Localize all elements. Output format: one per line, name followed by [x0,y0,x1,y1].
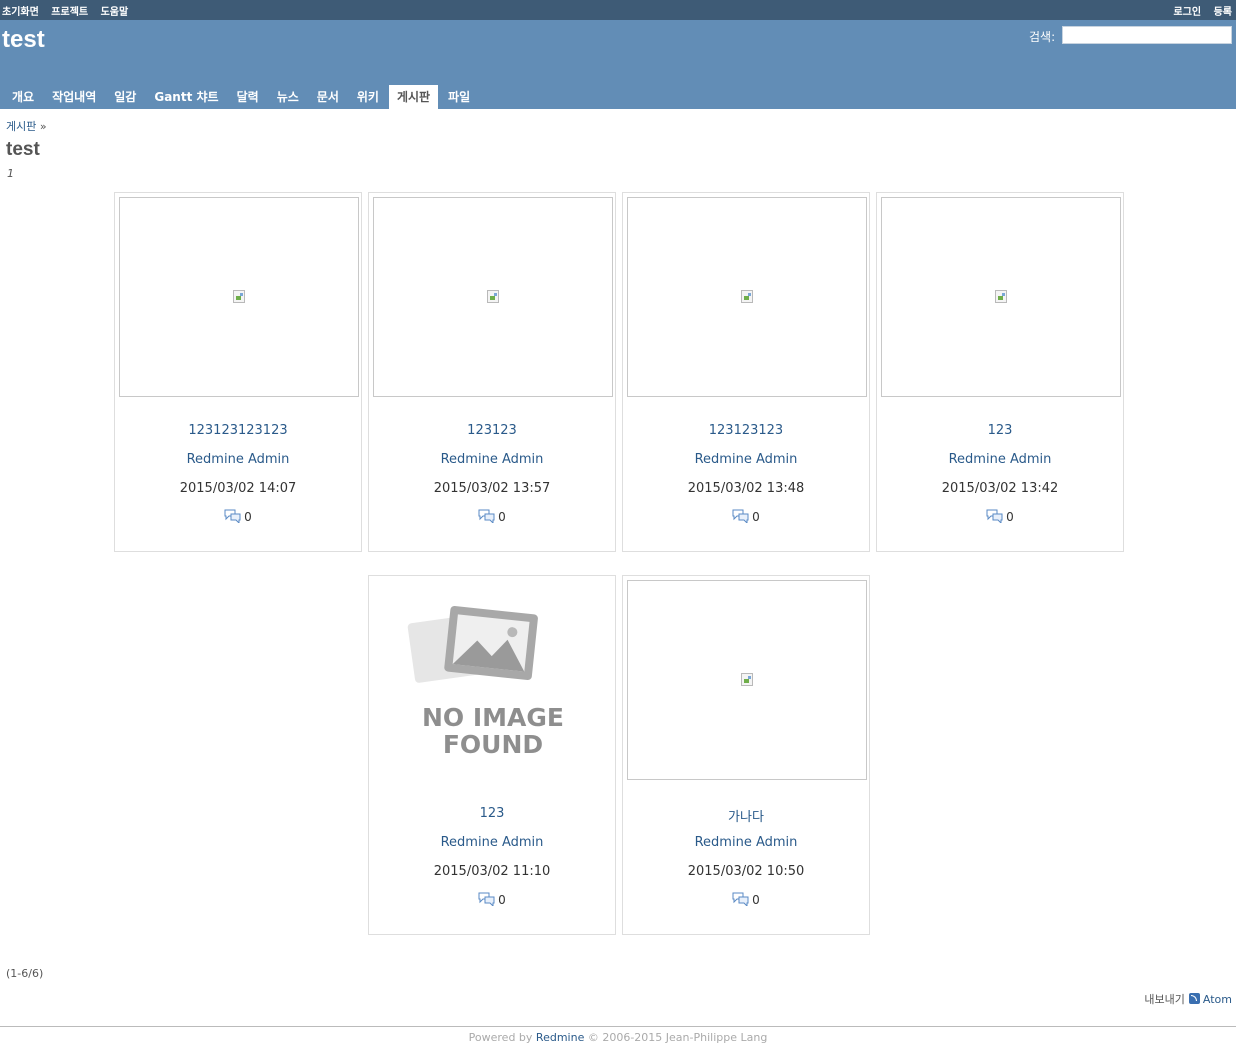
topic-card: 123 Redmine Admin 2015/03/02 13:42 0 [876,192,1124,552]
page-title: test [6,139,40,160]
comments-icon [986,509,1003,525]
top-menu-right: 로그인 등록 [1165,3,1233,18]
topic-date: 2015/03/02 14:07 [179,481,297,496]
project-title[interactable]: test [2,26,45,54]
topic-replies: 0 [623,509,869,525]
top-menu-projects-link[interactable]: 프로젝트 [51,7,88,18]
topic-thumbnail[interactable] [881,197,1121,397]
footer-copyright: © 2006-2015 Jean-Philippe Lang [587,1031,768,1044]
reply-count: 0 [244,510,252,524]
comments-icon [732,892,749,908]
topic-title-link[interactable]: 123123123123 [115,423,361,438]
topic-date: 2015/03/02 10:50 [687,864,805,879]
tab-calendar[interactable]: 달력 [229,85,267,109]
footer: Powered by Redmine © 2006-2015 Jean-Phil… [0,1026,1236,1044]
topic-card: 123123123123 Redmine Admin 2015/03/02 14… [114,192,362,552]
no-image-line-1: NO IMAGE [422,703,564,732]
header: test 검색: 개요 작업내역 일감 Gantt 챠트 달력 뉴스 문서 위키… [0,20,1236,109]
topic-author-link[interactable]: Redmine Admin [369,835,615,850]
tab-news[interactable]: 뉴스 [269,85,307,109]
topic-thumbnail[interactable]: NO IMAGE FOUND [369,576,609,776]
comments-icon [732,509,749,525]
topic-thumbnail[interactable] [119,197,359,397]
search-input[interactable] [1062,26,1232,44]
topic-date: 2015/03/02 13:48 [687,481,805,496]
topic-title-link[interactable]: 123 [877,423,1123,438]
no-image-found-picture: NO IMAGE FOUND [407,605,564,759]
topic-thumbnail[interactable] [627,197,867,397]
breadcrumb: 게시판 » [6,118,47,134]
top-menu-left: 초기화면 프로젝트 도움말 [2,3,137,18]
reply-count: 0 [498,510,506,524]
footer-redmine-link[interactable]: Redmine [536,1031,584,1044]
topic-card: 가나다 Redmine Admin 2015/03/02 10:50 0 [622,575,870,935]
main-menu: 개요 작업내역 일감 Gantt 챠트 달력 뉴스 문서 위키 게시판 파일 [4,85,480,109]
broken-image-icon [233,290,245,303]
export-links: 내보내기 Atom [1144,991,1232,1007]
rss-feed-icon [1188,993,1200,1004]
tab-wiki[interactable]: 위키 [349,85,387,109]
topic-title-link[interactable]: 123 [369,806,615,821]
broken-image-icon [995,290,1007,303]
search-label: 검색: [1029,30,1056,44]
topic-thumbnail[interactable] [627,580,867,780]
breadcrumb-separator: » [39,120,47,133]
topic-author-link[interactable]: Redmine Admin [623,452,869,467]
topic-replies: 0 [623,892,869,908]
tab-files[interactable]: 파일 [440,85,478,109]
topic-replies: 0 [877,509,1123,525]
breadcrumb-boards-link[interactable]: 게시판 [6,120,36,133]
topic-date: 2015/03/02 11:10 [433,864,551,879]
tab-activity[interactable]: 작업내역 [44,85,104,109]
topic-author-link[interactable]: Redmine Admin [877,452,1123,467]
tab-documents[interactable]: 문서 [309,85,347,109]
topic-title-link[interactable]: 123123123 [623,423,869,438]
topic-author-link[interactable]: Redmine Admin [369,452,615,467]
topic-replies: 0 [369,509,615,525]
tab-overview[interactable]: 개요 [4,85,42,109]
footer-prefix: Powered by [468,1031,533,1044]
tab-gantt[interactable]: Gantt 챠트 [146,85,226,109]
top-menu-home-link[interactable]: 초기화면 [2,7,39,18]
broken-image-icon [487,290,499,303]
no-image-line-2: FOUND [443,730,543,759]
pagination-info: (1-6/6) [6,967,44,980]
tab-boards[interactable]: 게시판 [388,85,439,109]
broken-image-icon [741,290,753,303]
top-menu: 초기화면 프로젝트 도움말 로그인 등록 [0,0,1236,20]
reply-count: 0 [498,893,506,907]
login-link[interactable]: 로그인 [1174,7,1202,18]
topic-replies: 0 [369,892,615,908]
topic-title-link[interactable]: 123123 [369,423,615,438]
reply-count: 0 [1006,510,1014,524]
topic-card: NO IMAGE FOUND 123 Redmine Admin 2015/03… [368,575,616,935]
topic-replies: 0 [115,509,361,525]
comments-icon [478,509,495,525]
register-link[interactable]: 등록 [1214,7,1232,18]
topic-card: 123123 Redmine Admin 2015/03/02 13:57 0 [368,192,616,552]
topic-date: 2015/03/02 13:57 [433,481,551,496]
broken-image-icon [741,673,753,686]
topic-title-link[interactable]: 가나다 [623,806,869,825]
export-label: 내보내기 [1144,993,1185,1006]
tab-issues[interactable]: 일감 [106,85,144,109]
board-description: 1 [7,167,14,180]
topic-date: 2015/03/02 13:42 [941,481,1059,496]
reply-count: 0 [752,510,760,524]
reply-count: 0 [752,893,760,907]
topic-author-link[interactable]: Redmine Admin [115,452,361,467]
comments-icon [478,892,495,908]
comments-icon [224,509,241,525]
topic-thumbnail[interactable] [373,197,613,397]
top-menu-help-link[interactable]: 도움말 [101,7,129,18]
topic-card: 123123123 Redmine Admin 2015/03/02 13:48… [622,192,870,552]
atom-export-link[interactable]: Atom [1203,993,1232,1006]
topic-author-link[interactable]: Redmine Admin [623,835,869,850]
